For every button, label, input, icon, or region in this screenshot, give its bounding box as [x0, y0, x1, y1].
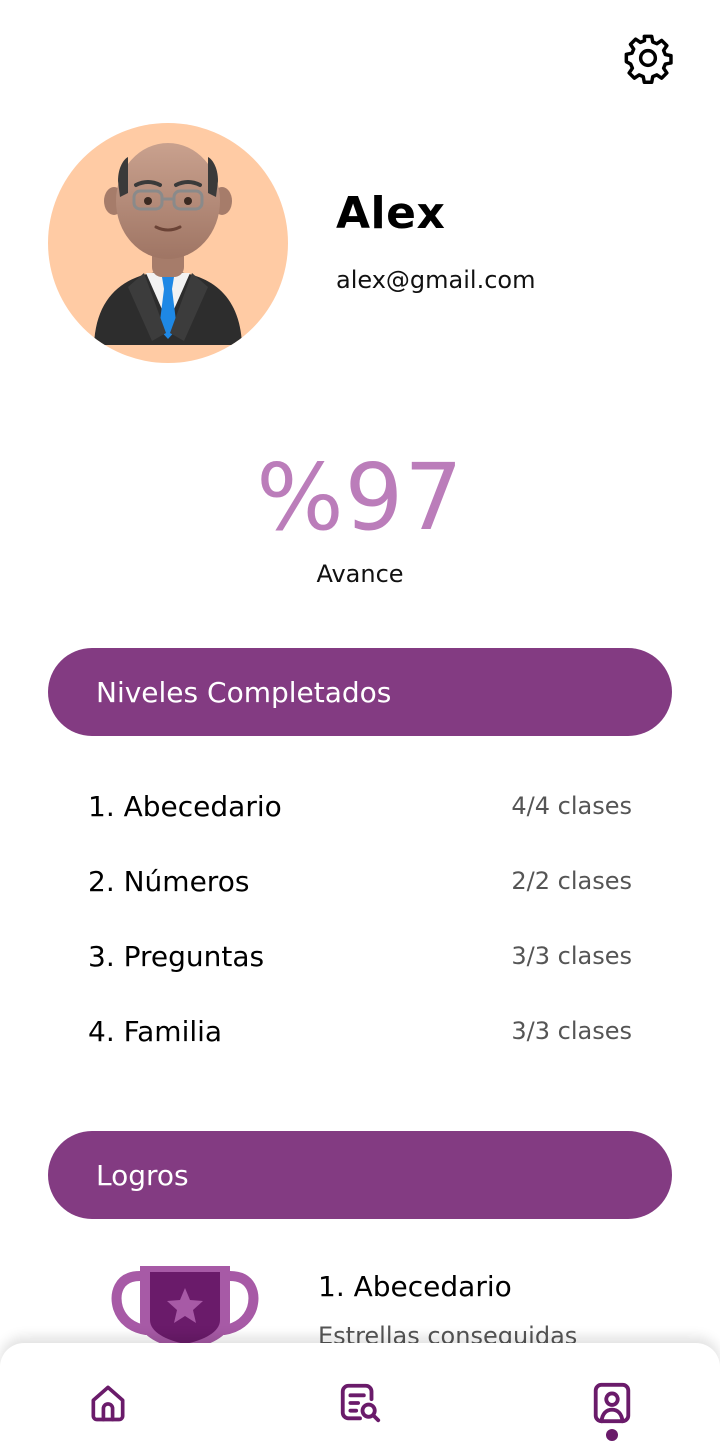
level-name: 3. Preguntas [88, 939, 265, 973]
level-row[interactable]: 4. Familia 3/3 clases [88, 1009, 632, 1053]
level-name: 2. Números [88, 864, 250, 898]
document-search-icon [340, 1383, 381, 1423]
trophy-icon [110, 1264, 260, 1354]
level-count: 4/4 clases [511, 792, 632, 820]
nav-search-button[interactable] [330, 1373, 390, 1433]
nav-profile-button[interactable] [582, 1373, 642, 1433]
achievements-section-title: Logros [96, 1158, 189, 1192]
avatar-illustration [94, 143, 242, 345]
levels-section-header: Niveles Completados [48, 648, 672, 736]
nav-home-button[interactable] [78, 1373, 138, 1433]
bottom-navigation [0, 1343, 720, 1455]
level-count: 3/3 clases [511, 942, 632, 970]
profile-icon [593, 1382, 631, 1424]
settings-button[interactable] [620, 30, 676, 86]
user-email: alex@gmail.com [336, 266, 536, 294]
level-row[interactable]: 3. Preguntas 3/3 clases [88, 934, 632, 978]
progress-percentage: %97 [256, 444, 464, 551]
home-icon [91, 1385, 125, 1422]
gear-icon [624, 34, 673, 84]
avatar [48, 123, 288, 363]
level-count: 2/2 clases [511, 867, 632, 895]
level-count: 3/3 clases [511, 1017, 632, 1045]
active-nav-indicator [606, 1429, 618, 1441]
achievements-section-header: Logros [48, 1131, 672, 1219]
levels-section-title: Niveles Completados [96, 675, 392, 709]
achievement-title: 1. Abecedario [318, 1270, 512, 1303]
level-name: 4. Familia [88, 1014, 223, 1048]
level-row[interactable]: 2. Números 2/2 clases [88, 859, 632, 903]
user-name: Alex [336, 188, 446, 239]
progress-label: Avance [316, 560, 404, 588]
level-name: 1. Abecedario [88, 789, 282, 823]
level-row[interactable]: 1. Abecedario 4/4 clases [88, 784, 632, 828]
